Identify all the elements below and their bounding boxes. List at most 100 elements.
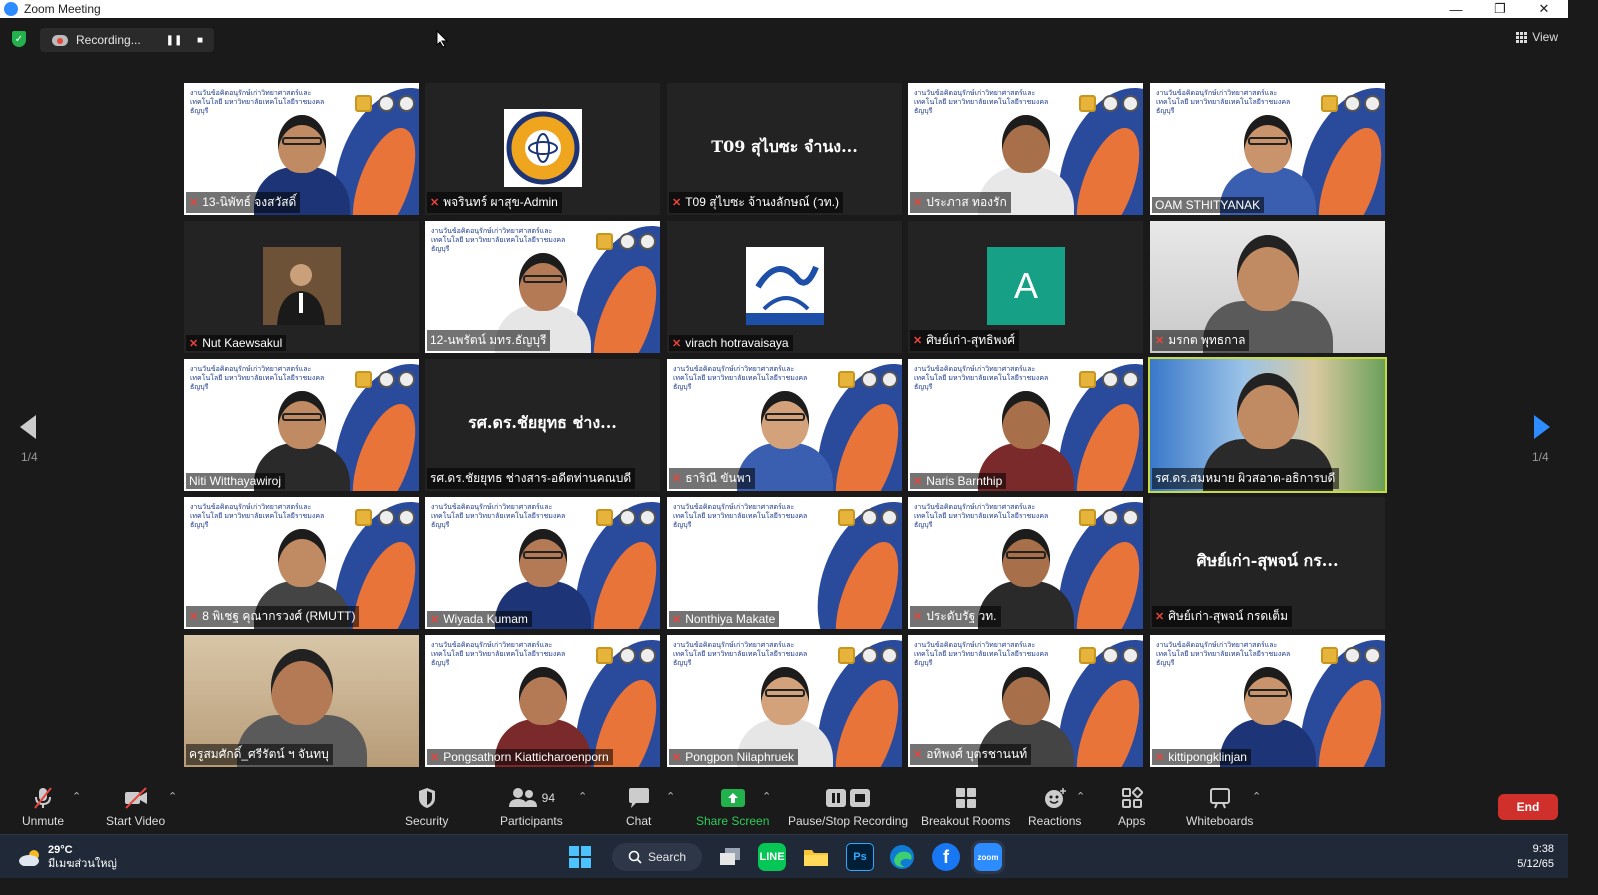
participant-tile[interactable]: รศ.ดร.ชัยยุทธ ช่าง... รศ.ดร.ชัยยุทธ ช่างส… (425, 359, 660, 491)
presentation-background: งานวันข้อคิดอนุรักษ์เก่าวิทยาศาสตร์และเท… (425, 497, 660, 629)
participant-name-label: ✕ virach hotravaisaya (669, 335, 793, 351)
view-button[interactable]: View (1516, 30, 1558, 44)
participant-name: 8 พิเชฐ คุณากรวงศ์ (RMUTT) (202, 609, 356, 623)
participant-tile[interactable]: งานวันข้อคิดอนุรักษ์เก่าวิทยาศาสตร์และเท… (908, 635, 1143, 767)
faculty-logo-icon (504, 109, 582, 187)
whiteboards-button[interactable]: Whiteboards (1186, 786, 1253, 828)
muted-microphone-icon: ✕ (913, 749, 923, 761)
audio-options-caret-icon[interactable]: ⌃ (72, 790, 81, 803)
participant-tile[interactable]: งานวันข้อคิดอนุรักษ์เก่าวิทยาศาสตร์และเท… (425, 221, 660, 353)
participant-name-label: ✕ อทิพงศ์ บุตรชานนท์ (910, 744, 1032, 765)
file-explorer-icon[interactable] (802, 843, 830, 871)
participant-tile[interactable]: งานวันข้อคิดอนุรักษ์เก่าวิทยาศาสตร์และเท… (425, 497, 660, 629)
zoom-taskbar-icon[interactable]: zoom (974, 843, 1002, 871)
photoshop-icon[interactable]: Ps (846, 843, 874, 871)
pause-recording-icon[interactable]: ❚❚ (166, 34, 183, 46)
previous-page-icon[interactable] (18, 413, 40, 441)
institution-seal-icon (881, 647, 898, 664)
participant-name: ธาริณี ขันพา (685, 471, 752, 485)
participant-name: Wiyada Kumam (443, 612, 528, 626)
start-video-button[interactable]: Start Video (106, 786, 165, 828)
chat-button[interactable]: Chat (626, 786, 651, 828)
edge-browser-icon[interactable] (888, 843, 916, 871)
participant-tile[interactable]: ✕ virach hotravaisaya (667, 221, 902, 353)
participant-tile[interactable]: งานวันข้อคิดอนุรักษ์เก่าวิทยาศาสตร์และเท… (667, 359, 902, 491)
participant-tile[interactable]: ✕ Nut Kaewsakul (184, 221, 419, 353)
institution-seal-icon (355, 509, 372, 526)
share-options-caret-icon[interactable]: ⌃ (762, 790, 771, 803)
participant-tile[interactable]: งานวันข้อคิดอนุรักษ์เก่าวิทยาศาสตร์และเท… (908, 497, 1143, 629)
institution-seal-icon (1079, 647, 1096, 664)
unmute-button[interactable]: Unmute (22, 786, 64, 828)
meeting-toolbar: Unmute ⌃ Start Video ⌃ Security 94 Parti… (0, 780, 1568, 834)
participant-tile[interactable]: A ✕ ศิษย์เก่า-สุทธิพงศ์ (908, 221, 1143, 353)
task-view-icon[interactable] (716, 843, 744, 871)
participant-tile[interactable]: งานวันข้อคิดอนุรักษ์เก่าวิทยาศาสตร์และเท… (908, 83, 1143, 215)
muted-microphone-icon: ✕ (913, 611, 923, 623)
pause-stop-recording-button[interactable]: Pause/Stop Recording (788, 786, 908, 828)
participant-name-label: ✕ 13-นิพัทธ์ จงสวัสดิ์ (186, 192, 301, 213)
apps-button[interactable]: Apps (1118, 786, 1145, 828)
participant-name: 12-นพรัตน์ มทร.ธัญบุรี (430, 333, 547, 347)
participant-tile[interactable]: งานวันข้อคิดอนุรักษ์เก่าวิทยาศาสตร์และเท… (667, 497, 902, 629)
taskbar-search-button[interactable]: Search (612, 843, 702, 871)
presentation-background: งานวันข้อคิดอนุรักษ์เก่าวิทยาศาสตร์และเท… (1150, 635, 1385, 767)
muted-microphone-icon: ✕ (913, 335, 923, 347)
start-menu-icon[interactable] (566, 843, 594, 871)
whiteboards-label: Whiteboards (1186, 814, 1254, 828)
participant-tile[interactable]: ✕ มรกต พุทธกาล (1150, 221, 1385, 353)
presentation-background: งานวันข้อคิดอนุรักษ์เก่าวิทยาศาสตร์และเท… (184, 359, 419, 491)
participant-name-label: ✕ Naris Barnthip (910, 473, 1007, 489)
system-clock[interactable]: 9:38 5/12/65 (1517, 842, 1554, 872)
muted-microphone-icon: ✕ (189, 197, 199, 209)
restore-icon[interactable]: ❐ (1478, 0, 1522, 18)
participant-tile[interactable]: งานวันข้อคิดอนุรักษ์เก่าวิทยาศาสตร์และเท… (1150, 83, 1385, 215)
participant-tile[interactable]: งานวันข้อคิดอนุรักษ์เก่าวิทยาศาสตร์และเท… (184, 359, 419, 491)
close-icon[interactable]: ✕ (1522, 0, 1566, 18)
participants-options-caret-icon[interactable]: ⌃ (578, 790, 587, 803)
participant-name-label: ✕ Pongsathorn Kiatticharoenporn (427, 749, 613, 765)
participant-name-label: ✕ ศิษย์เก่า-สุพจน์ กรดเต็ม (1152, 606, 1292, 627)
participant-tile[interactable]: รศ.ดร.สมหมาย ผิวสอาด-อธิการบดี (1148, 357, 1387, 493)
reactions-options-caret-icon[interactable]: ⌃ (1076, 790, 1085, 803)
participant-tile[interactable]: งานวันข้อคิดอนุรักษ์เก่าวิทยาศาสตร์และเท… (425, 635, 660, 767)
breakout-rooms-button[interactable]: Breakout Rooms (921, 786, 1010, 828)
participant-name: virach hotravaisaya (685, 336, 789, 350)
security-button[interactable]: Security (405, 786, 448, 828)
chat-options-caret-icon[interactable]: ⌃ (666, 790, 675, 803)
institution-seal-icon (619, 233, 636, 250)
participant-name-label: OAM STHITYANAK (1152, 197, 1265, 213)
participant-name: OAM STHITYANAK (1155, 198, 1261, 212)
participant-tile[interactable]: ✕ พจรินทร์ ผาสุข-Admin (425, 83, 660, 215)
reactions-smiley-icon (1043, 786, 1067, 810)
facebook-icon[interactable]: f (932, 843, 960, 871)
weather-widget[interactable]: 29°C มีเมฆส่วนใหญ่ (18, 843, 117, 871)
participants-button[interactable]: 94 Participants (500, 786, 563, 828)
participant-tile[interactable]: งานวันข้อคิดอนุรักษ์เก่าวิทยาศาสตร์และเท… (184, 497, 419, 629)
participant-tile[interactable]: งานวันข้อคิดอนุรักษ์เก่าวิทยาศาสตร์และเท… (1150, 635, 1385, 767)
muted-microphone-icon: ✕ (913, 475, 923, 488)
muted-microphone-icon: ✕ (1155, 751, 1165, 764)
participant-name: รศ.ดร.ชัยยุทธ ช่างสาร-อดีตท่านคณบดี (430, 471, 632, 485)
video-options-caret-icon[interactable]: ⌃ (168, 790, 177, 803)
end-meeting-button[interactable]: End (1498, 794, 1558, 820)
security-shield-icon[interactable]: ✓ (12, 31, 26, 47)
institution-seal-icon (1364, 647, 1381, 664)
participant-tile[interactable]: ศิษย์เก่า-สุพจน์ กร... ✕ ศิษย์เก่า-สุพจน์ … (1150, 497, 1385, 629)
stop-recording-icon[interactable]: ■ (194, 34, 206, 46)
line-app-icon[interactable]: LINE (758, 843, 786, 871)
share-screen-button[interactable]: Share Screen (696, 786, 769, 828)
participant-name-label: ✕ Wiyada Kumam (427, 611, 532, 627)
minimize-icon[interactable]: — (1434, 0, 1478, 18)
participant-name: T09 สุไบซะ จ้านงลักษณ์ (วท.) (685, 195, 839, 209)
participant-tile[interactable]: งานวันข้อคิดอนุรักษ์เก่าวิทยาศาสตร์และเท… (184, 83, 419, 215)
participant-tile[interactable]: งานวันข้อคิดอนุรักษ์เก่าวิทยาศาสตร์และเท… (908, 359, 1143, 491)
participant-tile[interactable]: T09 สุไบซะ จำนง... ✕ T09 สุไบซะ จ้านงลักษณ… (667, 83, 902, 215)
whiteboards-options-caret-icon[interactable]: ⌃ (1252, 790, 1261, 803)
participant-name-label: ✕ ธาริณี ขันพา (669, 468, 756, 489)
participant-tile[interactable]: งานวันข้อคิดอนุรักษ์เก่าวิทยาศาสตร์และเท… (667, 635, 902, 767)
next-page-icon[interactable] (1530, 413, 1552, 441)
participant-tile[interactable]: ครูสมศักดิ์_ศรีรัตน์ ฯ จันทบุ (184, 635, 419, 767)
institution-seal-icon (619, 509, 636, 526)
reactions-button[interactable]: Reactions (1028, 786, 1081, 828)
